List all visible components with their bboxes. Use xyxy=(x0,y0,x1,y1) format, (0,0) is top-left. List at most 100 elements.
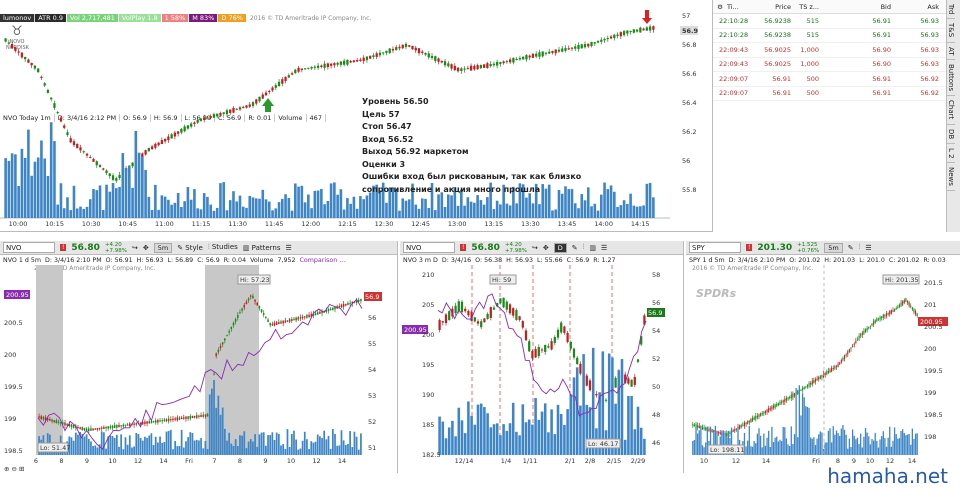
candle xyxy=(154,143,157,148)
crosshair-icon[interactable]: ✥ xyxy=(143,244,149,252)
crosshair-icon[interactable]: ✥ xyxy=(543,244,549,252)
ts-row[interactable]: 22:09:07 56.91 500 56.91 56.92 xyxy=(713,87,960,101)
ts-row[interactable]: 22:09:43 56.9025 1,000 56.90 56.93 xyxy=(713,58,960,72)
main-chart-canvas[interactable]: 57 56.8 56.6 56.4 56.2 56 55.8 56.9 10:00 10:15 10… xyxy=(0,0,712,232)
volume-bar xyxy=(404,200,408,218)
volume-bar xyxy=(299,448,302,455)
studies-icon[interactable]: ⫶ xyxy=(583,243,585,252)
candle xyxy=(300,68,303,71)
volume-bar xyxy=(451,420,454,455)
panel2-toolbar: NVO ! 56.80 +4.20 +7.98% ↪ ✥ D ✎ ⫶ ▥ ☰ xyxy=(400,241,683,255)
share-icon[interactable]: ↪ xyxy=(132,244,138,252)
period-select[interactable]: 5m xyxy=(824,242,843,253)
volume-bar xyxy=(157,209,160,218)
volume-bar xyxy=(336,194,339,218)
menu-icon[interactable]: ☰ xyxy=(286,244,292,252)
style-icon[interactable]: ✎ xyxy=(572,244,578,252)
patterns-button[interactable]: ▥ Patterns xyxy=(243,244,281,252)
candle xyxy=(648,26,652,31)
panel-nvo-5m[interactable]: NVO ! 56.80 +4.20 +7.98% ↪ ✥ 5m ✎ Style ⫶… xyxy=(0,241,398,473)
volume-bar xyxy=(811,438,813,455)
volume-bar xyxy=(772,442,775,455)
side-tab[interactable]: DB xyxy=(947,125,955,144)
side-tab[interactable]: T&S xyxy=(947,19,955,43)
time-and-sales: ⚙ Ti... Price TS z... Bid Ask 22:10:28 56… xyxy=(712,0,960,232)
volume-bar xyxy=(531,203,535,218)
col-time[interactable]: Ti... xyxy=(727,3,761,11)
symbol-input[interactable]: SPY xyxy=(689,242,741,253)
volume-bar xyxy=(800,415,802,455)
candle xyxy=(900,302,902,307)
candle xyxy=(262,313,265,315)
volume-bar xyxy=(258,434,261,455)
alert-icon[interactable]: ! xyxy=(60,244,67,251)
candle xyxy=(152,421,155,423)
alert-icon[interactable]: ! xyxy=(746,244,753,251)
candle xyxy=(635,29,639,32)
symbol-input[interactable]: NVO xyxy=(3,242,55,253)
menu-icon[interactable]: ☰ xyxy=(865,244,871,252)
style-icon[interactable]: ✎ xyxy=(848,244,854,252)
main-chart[interactable]: lumonov ATR 0.9 Vol 2,717,481 VolPlay 1.8 1… xyxy=(0,0,712,232)
symbol-input[interactable]: NVO xyxy=(403,242,455,253)
volume-bar xyxy=(256,446,259,455)
side-tab[interactable]: News xyxy=(947,163,955,192)
candle xyxy=(319,311,321,314)
volume-bar xyxy=(248,195,252,218)
x-tick: 14 xyxy=(338,457,346,465)
alert-icon[interactable]: ! xyxy=(460,244,467,251)
candle xyxy=(742,424,744,426)
candle xyxy=(326,63,330,68)
panel3-canvas[interactable]: 200.95Hi: 201.35Lo: 198.11201.5201200.52… xyxy=(686,265,960,473)
candle xyxy=(534,348,537,358)
style-button[interactable]: ✎ Style xyxy=(177,244,203,252)
candle xyxy=(286,320,289,322)
studies-button[interactable]: ⫶ Studies xyxy=(208,243,238,252)
volume-bar xyxy=(525,197,528,218)
share-icon[interactable]: ↪ xyxy=(532,244,538,252)
hi-label: Hi: 201.35 xyxy=(885,276,919,284)
volume-bar xyxy=(128,435,131,455)
col-price[interactable]: Price xyxy=(761,3,791,11)
volume-bar xyxy=(148,435,151,455)
volume-bar xyxy=(333,182,336,218)
col-bid[interactable]: Bid xyxy=(819,3,891,11)
col-size[interactable]: TS z... xyxy=(791,3,819,11)
candle xyxy=(261,94,264,99)
ts-row[interactable]: 22:09:07 56.91 500 56.91 56.92 xyxy=(713,72,960,87)
panel-spy-5m[interactable]: SPY ! 201.30 +1.525 +0.76% 5m ✎ ⫶ ☰ SPY 1… xyxy=(686,241,960,473)
period-select[interactable]: D xyxy=(553,242,567,253)
settings-icon[interactable]: ⚙ xyxy=(713,3,727,11)
candle xyxy=(713,430,715,433)
side-tab[interactable]: AT xyxy=(947,43,955,61)
ts-row[interactable]: 22:10:28 56.9238 515 56.91 56.93 xyxy=(713,29,960,43)
panel-nvo-daily[interactable]: NVO ! 56.80 +4.20 +7.98% ↪ ✥ D ✎ ⫶ ▥ ☰ NV… xyxy=(400,241,684,473)
lo-label: Lo: 198.11 xyxy=(710,446,744,454)
volume-bar xyxy=(473,202,476,218)
candle xyxy=(49,419,51,421)
studies-icon[interactable]: ⫶ xyxy=(859,243,861,252)
volume-bar xyxy=(521,404,525,455)
volume-bar xyxy=(79,206,82,218)
volume-bar xyxy=(211,388,213,455)
right-price-label: 56.9 xyxy=(365,293,379,301)
panel1-canvas[interactable]: 200.95 56.9 Hi: 57.23 Lo: 51.47 200.5 200 199.… xyxy=(0,265,398,473)
menu-icon[interactable]: ☰ xyxy=(601,244,607,252)
candle xyxy=(877,318,880,320)
volume-bar xyxy=(486,197,489,218)
period-select[interactable]: 5m xyxy=(153,242,173,253)
side-tab[interactable]: Buttons xyxy=(947,60,955,97)
ts-row[interactable]: 22:09:43 56.9025 1,000 56.90 56.93 xyxy=(713,43,960,58)
col-ask[interactable]: Ask xyxy=(891,3,939,11)
patterns-icon[interactable]: ▥ xyxy=(589,244,596,252)
volume-bar xyxy=(310,441,313,455)
side-tab[interactable]: L 2 xyxy=(947,144,955,164)
volume-bar xyxy=(751,446,754,455)
ts-row[interactable]: 22:10:28 56.9238 515 56.91 56.93 xyxy=(713,14,960,29)
candle xyxy=(70,424,73,428)
panel2-canvas[interactable]: 200.9556.9Hi: 59Lo: 46.17210205200195190… xyxy=(400,265,684,473)
volume-bar xyxy=(792,443,794,455)
side-tab[interactable]: Chart xyxy=(947,96,955,125)
side-tab[interactable]: Trd xyxy=(947,0,955,20)
volume-bar xyxy=(241,435,243,455)
